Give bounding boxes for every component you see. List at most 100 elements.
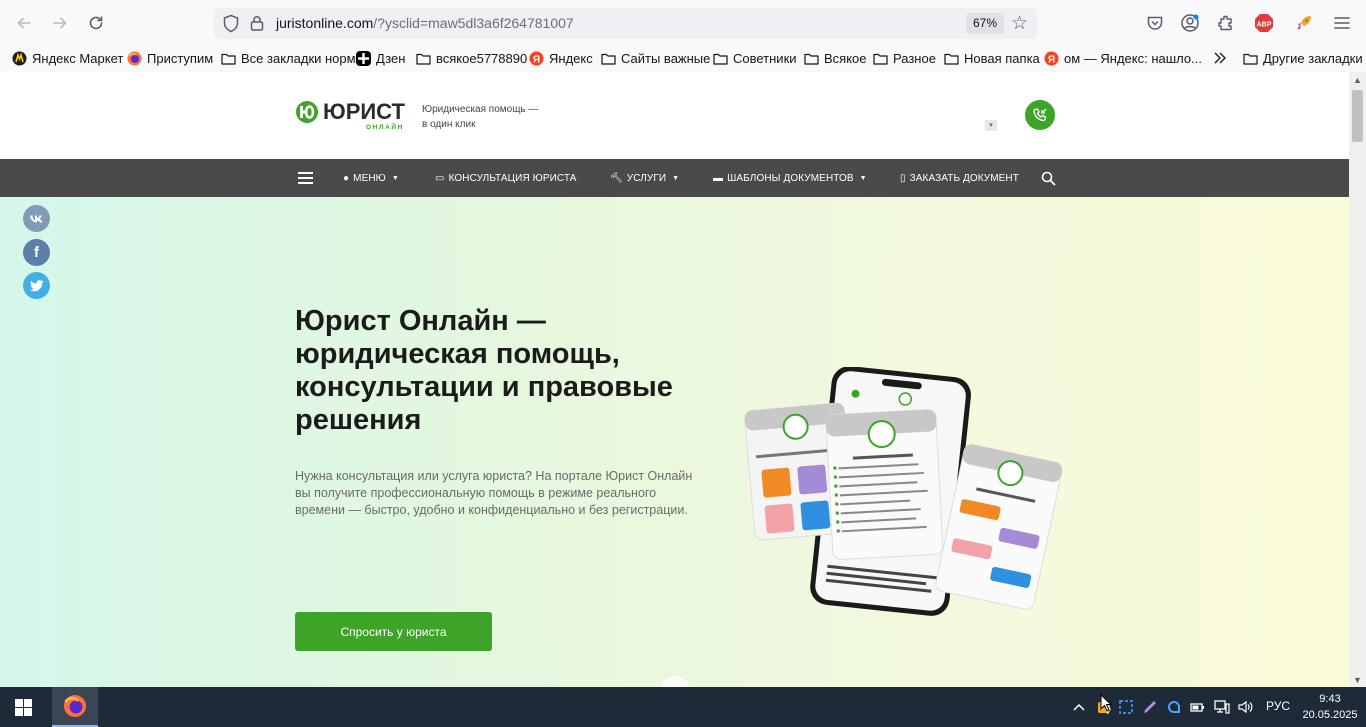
bookmark-folder[interactable]: Советники bbox=[713, 49, 797, 67]
web-page: ЮРИСТ ОНЛАЙН Юридическая помощь — в один… bbox=[0, 72, 1349, 687]
bookmark-star-icon[interactable]: ☆ bbox=[1011, 12, 1028, 35]
scrollbar-thumb[interactable] bbox=[1352, 90, 1363, 142]
folder-icon bbox=[944, 51, 959, 66]
facebook-share-button[interactable]: f bbox=[23, 239, 50, 266]
svg-text:ЮРИСТ: ЮРИСТ bbox=[323, 100, 405, 124]
folder-icon bbox=[1243, 51, 1258, 66]
nav-label: КОНСУЛЬТАЦИЯ ЮРИСТА bbox=[448, 172, 577, 184]
bookmark-folder[interactable]: Все закладки норм bbox=[221, 49, 356, 67]
folder-icon bbox=[601, 51, 616, 66]
bookmark-label: Все закладки норм bbox=[241, 50, 356, 66]
site-search-button[interactable] bbox=[1041, 159, 1056, 197]
dzen-icon bbox=[356, 50, 371, 66]
url-domain: juristonline.com bbox=[276, 15, 374, 31]
page-scrollbar[interactable]: ▲ ▼ bbox=[1349, 72, 1366, 687]
snipping-tool-icon[interactable] bbox=[1116, 697, 1136, 717]
header-dropdown-toggle[interactable]: ▾ bbox=[985, 120, 997, 131]
tagline-line: Юридическая помощь — bbox=[422, 104, 539, 115]
bookmark-folder[interactable]: всякое5778890 bbox=[416, 49, 527, 67]
firefox-icon bbox=[64, 695, 86, 717]
nav-order-document[interactable]: ▯ ЗАКАЗАТЬ ДОКУМЕНТ bbox=[900, 159, 1019, 197]
mouse-cursor-icon bbox=[1100, 694, 1112, 712]
address-bar[interactable]: juristonline.com/?ysclid=maw5dl3a6f26478… bbox=[214, 8, 1037, 39]
start-button[interactable] bbox=[15, 699, 32, 721]
taskbar-firefox[interactable] bbox=[52, 687, 98, 727]
nav-menu[interactable]: ● МЕНЮ ▼ bbox=[343, 159, 399, 197]
extensions-icon[interactable] bbox=[1213, 10, 1239, 36]
yandex-market-icon bbox=[12, 51, 27, 66]
scroll-indicator[interactable] bbox=[660, 676, 690, 687]
windows-taskbar: РУС 9:43 20.05.2025 bbox=[0, 687, 1366, 727]
ask-lawyer-button[interactable]: Спросить у юриста bbox=[295, 612, 492, 651]
back-button[interactable] bbox=[9, 8, 39, 38]
volume-icon[interactable] bbox=[1236, 697, 1256, 717]
pen-tray-icon[interactable] bbox=[1140, 697, 1160, 717]
bookmark-label: Сайты важные bbox=[621, 50, 711, 66]
tagline-line: в один клик bbox=[422, 119, 476, 130]
bookmark-label: Советники bbox=[733, 50, 797, 66]
clock-date: 20.05.2025 bbox=[1302, 709, 1358, 721]
bookmark-folder[interactable]: Сайты важные bbox=[601, 49, 710, 67]
scroll-up-arrow-icon[interactable]: ▲ bbox=[1353, 75, 1362, 85]
other-bookmarks-folder[interactable]: Другие закладки bbox=[1243, 49, 1363, 67]
globe-icon: ● bbox=[343, 172, 350, 184]
input-language-indicator[interactable]: РУС bbox=[1266, 699, 1290, 713]
bookmark-item[interactable]: Яндекс Маркет bbox=[12, 49, 123, 67]
search-icon bbox=[1041, 171, 1056, 186]
arrow-left-icon bbox=[17, 17, 31, 29]
system-clock[interactable]: 9:43 20.05.2025 bbox=[1300, 691, 1360, 723]
bookmark-folder[interactable]: Новая папка bbox=[944, 49, 1040, 67]
yandex-icon: Я bbox=[529, 51, 544, 66]
rocket-extension-icon[interactable] bbox=[1291, 10, 1317, 36]
bookmark-label: ом — Яндекс: нашло... bbox=[1064, 50, 1202, 66]
hamburger-menu-icon[interactable] bbox=[298, 172, 313, 184]
chat-icon: ▭ bbox=[435, 172, 445, 184]
main-navigation: ● МЕНЮ ▼ ▭ КОНСУЛЬТАЦИЯ ЮРИСТА 🔨︎ УСЛУГИ… bbox=[0, 159, 1349, 197]
tray-overflow-chevron-icon[interactable] bbox=[1069, 697, 1089, 717]
power-plug-icon[interactable] bbox=[1188, 697, 1208, 717]
folder-icon bbox=[873, 51, 888, 66]
svg-text:ОНЛАЙН: ОНЛАЙН bbox=[366, 122, 404, 130]
bookmark-label: Разное bbox=[893, 50, 936, 66]
nav-services[interactable]: 🔨︎ УСЛУГИ ▼ bbox=[610, 159, 679, 197]
twitter-share-button[interactable] bbox=[23, 272, 50, 299]
app-menu-icon[interactable] bbox=[1329, 10, 1355, 36]
caret-down-icon: ▼ bbox=[672, 174, 680, 182]
nav-label: ШАБЛОНЫ ДОКУМЕНТОВ bbox=[727, 172, 854, 184]
hero-section: f Юрист Онлайн — юридическая помощь, кон… bbox=[0, 197, 1349, 687]
nav-consultation[interactable]: ▭ КОНСУЛЬТАЦИЯ ЮРИСТА bbox=[435, 159, 577, 197]
bookmark-label: всякое5778890 bbox=[436, 50, 528, 66]
forward-button[interactable] bbox=[45, 8, 75, 38]
tracking-protection-icon[interactable] bbox=[222, 14, 240, 33]
bookmark-folder[interactable]: Всякое bbox=[804, 49, 867, 67]
nav-templates[interactable]: ▬ ШАБЛОНЫ ДОКУМЕНТОВ ▼ bbox=[713, 159, 867, 197]
adblock-plus-icon[interactable]: ABP bbox=[1251, 10, 1277, 36]
site-logo[interactable]: ЮРИСТ ОНЛАЙН bbox=[295, 100, 405, 130]
hero-title: Юрист Онлайн — юридическая помощь, консу… bbox=[295, 305, 673, 436]
bookmark-item[interactable]: Я ом — Яндекс: нашло... bbox=[1044, 49, 1202, 67]
bookmark-folder[interactable]: Разное bbox=[873, 49, 936, 67]
pocket-icon[interactable] bbox=[1142, 10, 1168, 36]
account-icon[interactable] bbox=[1177, 10, 1203, 36]
vk-icon bbox=[30, 215, 43, 222]
lock-icon[interactable] bbox=[250, 15, 264, 31]
phone-icon bbox=[1033, 108, 1047, 122]
chevron-double-right-icon bbox=[1214, 52, 1226, 64]
windows-logo-icon bbox=[15, 699, 32, 716]
bookmark-label: Яндекс bbox=[549, 50, 593, 66]
callback-button[interactable] bbox=[1025, 100, 1055, 130]
zoom-level-button[interactable]: 67% bbox=[966, 13, 1005, 34]
bookmark-item[interactable]: Я Яндекс bbox=[529, 49, 593, 67]
bookmark-item[interactable]: Приступим bbox=[127, 49, 213, 67]
network-icon[interactable] bbox=[1212, 697, 1232, 717]
bookmarks-overflow-button[interactable] bbox=[1213, 49, 1227, 67]
vk-share-button[interactable] bbox=[23, 205, 50, 232]
svg-text:Я: Я bbox=[533, 54, 540, 65]
bookmark-item[interactable]: Дзен bbox=[356, 49, 405, 67]
bookmark-label: Другие закладки bbox=[1263, 50, 1363, 66]
scroll-down-arrow-icon[interactable]: ▼ bbox=[1353, 675, 1362, 685]
cloud-app-icon[interactable] bbox=[1164, 697, 1184, 717]
hero-description: Нужна консультация или услуга юриста? На… bbox=[295, 469, 693, 517]
reload-button[interactable] bbox=[81, 8, 111, 38]
url-text[interactable]: juristonline.com/?ysclid=maw5dl3a6f26478… bbox=[276, 15, 574, 31]
